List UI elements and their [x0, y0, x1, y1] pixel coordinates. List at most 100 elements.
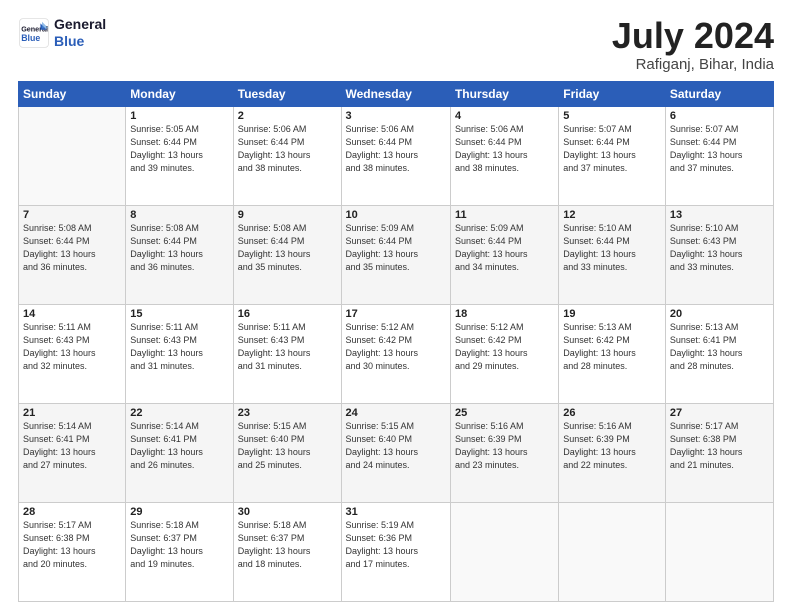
day-info: Sunrise: 5:16 AM Sunset: 6:39 PM Dayligh…	[455, 420, 554, 472]
calendar-cell: 12Sunrise: 5:10 AM Sunset: 6:44 PM Dayli…	[559, 205, 666, 304]
svg-text:Blue: Blue	[21, 33, 40, 43]
day-number: 31	[346, 506, 446, 518]
calendar-table: SundayMondayTuesdayWednesdayThursdayFrid…	[18, 81, 774, 602]
day-info: Sunrise: 5:08 AM Sunset: 6:44 PM Dayligh…	[23, 222, 121, 274]
calendar-cell: 19Sunrise: 5:13 AM Sunset: 6:42 PM Dayli…	[559, 304, 666, 403]
day-info: Sunrise: 5:15 AM Sunset: 6:40 PM Dayligh…	[346, 420, 446, 472]
page-header: General Blue General Blue July 2024 Rafi…	[18, 16, 774, 73]
header-day-thursday: Thursday	[450, 81, 558, 106]
calendar-cell	[19, 106, 126, 205]
header-day-friday: Friday	[559, 81, 666, 106]
calendar-cell: 6Sunrise: 5:07 AM Sunset: 6:44 PM Daylig…	[665, 106, 773, 205]
day-number: 10	[346, 209, 446, 221]
week-row-3: 14 Sunrise: 5:11 AM Sunset: 6:43 PM Dayli…	[19, 304, 774, 403]
calendar-cell: 30Sunrise: 5:18 AM Sunset: 6:37 PM Dayli…	[233, 502, 341, 601]
day-number: 11	[455, 209, 554, 221]
day-info: Sunrise: 5:17 AM Sunset: 6:38 PM Dayligh…	[670, 420, 769, 472]
calendar-cell: 17Sunrise: 5:12 AM Sunset: 6:42 PM Dayli…	[341, 304, 450, 403]
calendar-cell: 21Sunrise: 5:14 AM Sunset: 6:41 PM Dayli…	[19, 403, 126, 502]
day-info: Sunrise: 5:14 AM Sunset: 6:41 PM Dayligh…	[23, 420, 121, 472]
calendar-cell: 23Sunrise: 5:15 AM Sunset: 6:40 PM Dayli…	[233, 403, 341, 502]
calendar-cell: 13Sunrise: 5:10 AM Sunset: 6:43 PM Dayli…	[665, 205, 773, 304]
day-number: 17	[346, 308, 446, 320]
day-number: 26	[563, 407, 661, 419]
day-number: 6	[670, 110, 769, 122]
calendar-cell: 18Sunrise: 5:12 AM Sunset: 6:42 PM Dayli…	[450, 304, 558, 403]
day-info: Sunrise: 5:18 AM Sunset: 6:37 PM Dayligh…	[238, 519, 337, 571]
day-info: Sunrise: 5:07 AM Sunset: 6:44 PM Dayligh…	[670, 123, 769, 175]
day-number: 21	[23, 407, 121, 419]
calendar-cell: 25Sunrise: 5:16 AM Sunset: 6:39 PM Dayli…	[450, 403, 558, 502]
calendar-cell: 20Sunrise: 5:13 AM Sunset: 6:41 PM Dayli…	[665, 304, 773, 403]
title-block: July 2024 Rafiganj, Bihar, India	[612, 16, 774, 73]
day-info: Sunrise: 5:14 AM Sunset: 6:41 PM Dayligh…	[130, 420, 228, 472]
week-row-5: 28Sunrise: 5:17 AM Sunset: 6:38 PM Dayli…	[19, 502, 774, 601]
day-number: 30	[238, 506, 337, 518]
day-number: 4	[455, 110, 554, 122]
day-info: Sunrise: 5:16 AM Sunset: 6:39 PM Dayligh…	[563, 420, 661, 472]
day-info: Sunrise: 5:12 AM Sunset: 6:42 PM Dayligh…	[455, 321, 554, 373]
calendar-cell: 28Sunrise: 5:17 AM Sunset: 6:38 PM Dayli…	[19, 502, 126, 601]
calendar-cell: 31Sunrise: 5:19 AM Sunset: 6:36 PM Dayli…	[341, 502, 450, 601]
header-day-saturday: Saturday	[665, 81, 773, 106]
day-info: Sunrise: 5:17 AM Sunset: 6:38 PM Dayligh…	[23, 519, 121, 571]
calendar-cell: 1Sunrise: 5:05 AM Sunset: 6:44 PM Daylig…	[126, 106, 233, 205]
day-number: 25	[455, 407, 554, 419]
calendar-cell: 24Sunrise: 5:15 AM Sunset: 6:40 PM Dayli…	[341, 403, 450, 502]
logo-blue: Blue	[54, 33, 106, 50]
subtitle: Rafiganj, Bihar, India	[612, 56, 774, 73]
logo: General Blue General Blue	[18, 16, 106, 50]
day-number: 19	[563, 308, 661, 320]
day-number: 5	[563, 110, 661, 122]
day-number: 18	[455, 308, 554, 320]
day-info: Sunrise: 5:11 AM Sunset: 6:43 PM Dayligh…	[130, 321, 228, 373]
day-info: Sunrise: 5:08 AM Sunset: 6:44 PM Dayligh…	[238, 222, 337, 274]
day-info: Sunrise: 5:19 AM Sunset: 6:36 PM Dayligh…	[346, 519, 446, 571]
day-number: 28	[23, 506, 121, 518]
header-day-sunday: Sunday	[19, 81, 126, 106]
day-number: 14	[23, 308, 121, 320]
calendar-cell	[665, 502, 773, 601]
calendar-cell: 15Sunrise: 5:11 AM Sunset: 6:43 PM Dayli…	[126, 304, 233, 403]
day-info: Sunrise: 5:08 AM Sunset: 6:44 PM Dayligh…	[130, 222, 228, 274]
header-day-tuesday: Tuesday	[233, 81, 341, 106]
week-row-1: 1Sunrise: 5:05 AM Sunset: 6:44 PM Daylig…	[19, 106, 774, 205]
logo-general: General	[54, 16, 106, 33]
week-row-2: 7Sunrise: 5:08 AM Sunset: 6:44 PM Daylig…	[19, 205, 774, 304]
calendar-cell: 10Sunrise: 5:09 AM Sunset: 6:44 PM Dayli…	[341, 205, 450, 304]
day-info: Sunrise: 5:18 AM Sunset: 6:37 PM Dayligh…	[130, 519, 228, 571]
day-number: 20	[670, 308, 769, 320]
calendar-cell: 8Sunrise: 5:08 AM Sunset: 6:44 PM Daylig…	[126, 205, 233, 304]
day-number: 15	[130, 308, 228, 320]
day-number: 16	[238, 308, 337, 320]
day-info: Sunrise: 5:13 AM Sunset: 6:41 PM Dayligh…	[670, 321, 769, 373]
week-row-4: 21Sunrise: 5:14 AM Sunset: 6:41 PM Dayli…	[19, 403, 774, 502]
day-number: 9	[238, 209, 337, 221]
day-info: Sunrise: 5:10 AM Sunset: 6:44 PM Dayligh…	[563, 222, 661, 274]
day-number: 13	[670, 209, 769, 221]
calendar-cell: 22Sunrise: 5:14 AM Sunset: 6:41 PM Dayli…	[126, 403, 233, 502]
day-number: 29	[130, 506, 228, 518]
day-info: Sunrise: 5:06 AM Sunset: 6:44 PM Dayligh…	[455, 123, 554, 175]
day-info: Sunrise: 5:09 AM Sunset: 6:44 PM Dayligh…	[455, 222, 554, 274]
day-info: Sunrise: 5:07 AM Sunset: 6:44 PM Dayligh…	[563, 123, 661, 175]
calendar-cell	[559, 502, 666, 601]
logo-icon: General Blue	[18, 17, 50, 49]
calendar-cell: 3Sunrise: 5:06 AM Sunset: 6:44 PM Daylig…	[341, 106, 450, 205]
day-number: 3	[346, 110, 446, 122]
calendar-cell: 9Sunrise: 5:08 AM Sunset: 6:44 PM Daylig…	[233, 205, 341, 304]
calendar-cell: 11Sunrise: 5:09 AM Sunset: 6:44 PM Dayli…	[450, 205, 558, 304]
day-info: Sunrise: 5:13 AM Sunset: 6:42 PM Dayligh…	[563, 321, 661, 373]
day-info: Sunrise: 5:12 AM Sunset: 6:42 PM Dayligh…	[346, 321, 446, 373]
day-number: 22	[130, 407, 228, 419]
day-number: 7	[23, 209, 121, 221]
day-number: 8	[130, 209, 228, 221]
day-number: 27	[670, 407, 769, 419]
day-number: 24	[346, 407, 446, 419]
main-title: July 2024	[612, 16, 774, 56]
calendar-cell: 5Sunrise: 5:07 AM Sunset: 6:44 PM Daylig…	[559, 106, 666, 205]
day-info: Sunrise: 5:06 AM Sunset: 6:44 PM Dayligh…	[238, 123, 337, 175]
day-number: 1	[130, 110, 228, 122]
calendar-cell: 29Sunrise: 5:18 AM Sunset: 6:37 PM Dayli…	[126, 502, 233, 601]
calendar-cell: 26Sunrise: 5:16 AM Sunset: 6:39 PM Dayli…	[559, 403, 666, 502]
